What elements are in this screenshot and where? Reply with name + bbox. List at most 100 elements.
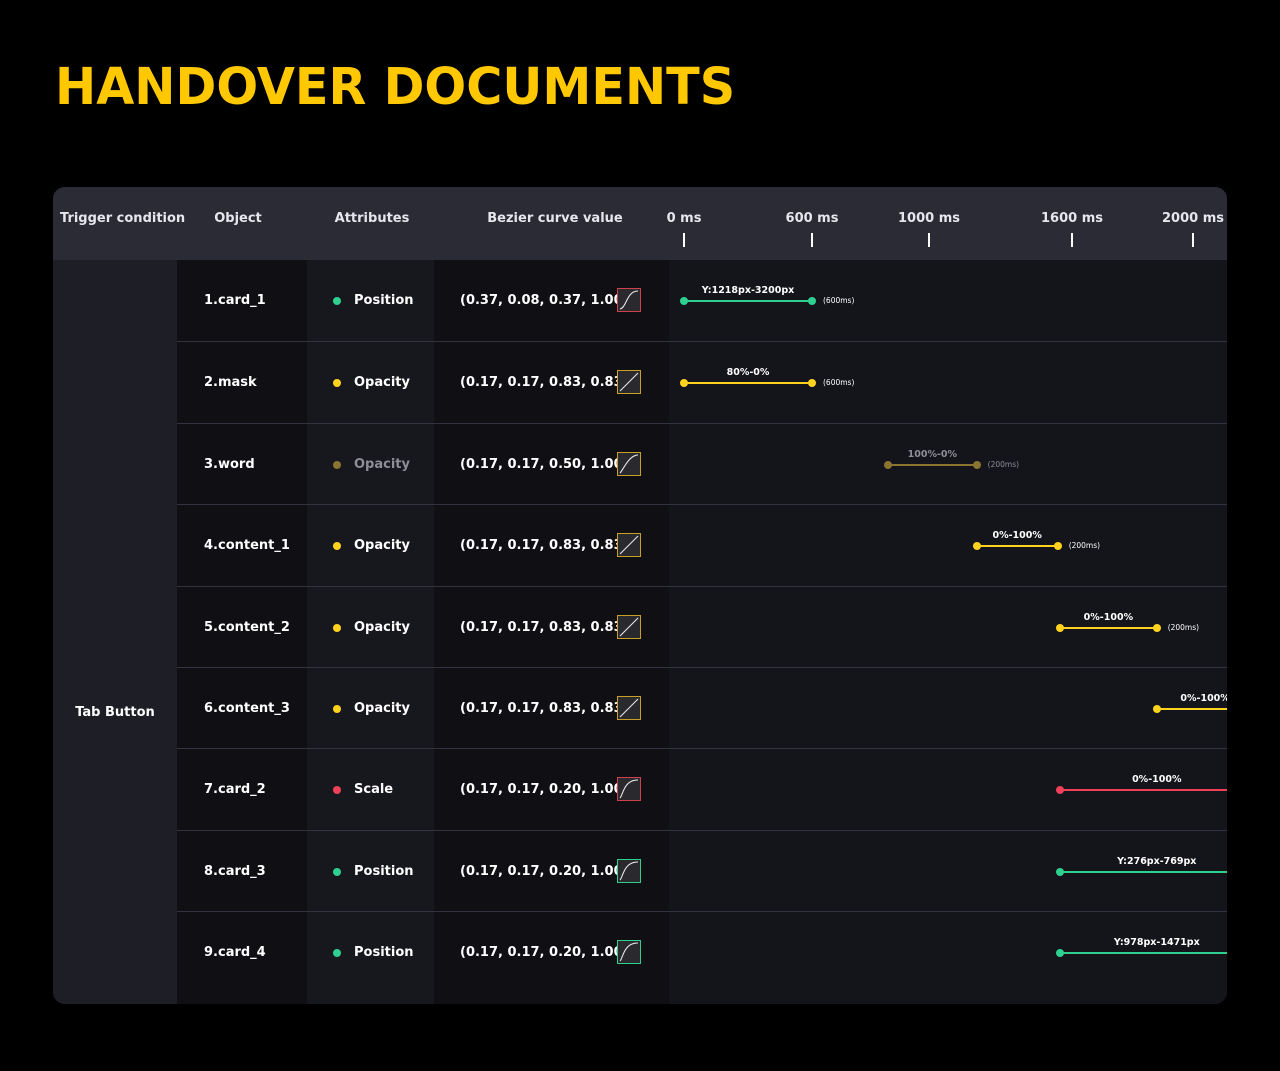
timeline-bar-end-dot xyxy=(808,297,816,305)
bezier-value: (0.17, 0.17, 0.20, 1.00) xyxy=(460,864,629,879)
attribute-dot-icon xyxy=(333,868,341,876)
attribute-label: Position xyxy=(354,864,414,879)
attribute-dot-icon xyxy=(333,297,341,305)
table-row: 8.card_3 Position (0.17, 0.17, 0.20, 1.00)… xyxy=(177,831,1227,912)
attribute-label: Opacity xyxy=(354,701,410,716)
timeline-bar-start-dot xyxy=(1056,868,1065,876)
timeline-duration-label: (200ms) xyxy=(1068,541,1101,550)
object-name: 7.card_2 xyxy=(204,782,266,797)
timeline-bar-start-dot xyxy=(1056,624,1065,632)
timeline-bar xyxy=(1056,949,1227,957)
attribute-label: Scale xyxy=(354,782,394,797)
object-name: 4.content_1 xyxy=(204,538,290,553)
timeline-duration-label: (600ms) xyxy=(823,296,855,305)
timeline-range-label: 0%-100% xyxy=(1180,693,1227,704)
trigger-column: Tab Button xyxy=(53,260,177,1004)
timeline-bar-end-dot xyxy=(1152,624,1161,632)
timeline-tick-mark xyxy=(683,233,685,247)
header-object: Object xyxy=(214,211,262,226)
table-row: 7.card_2 Scale (0.17, 0.17, 0.20, 1.00) 0%-… xyxy=(177,749,1227,831)
timeline-range-label: 0%-100% xyxy=(1083,612,1134,623)
timeline-tick-label: 2000 ms xyxy=(1162,211,1224,226)
table-row: 6.content_3 Opacity (0.17, 0.17, 0.83, 0.8… xyxy=(177,668,1227,749)
timeline-bar-start-dot xyxy=(1056,949,1065,957)
timeline-tick-mark xyxy=(1071,233,1073,247)
bezier-value: (0.17, 0.17, 0.20, 1.00) xyxy=(460,945,629,960)
table-row: 1.card_1 Position (0.37, 0.08, 0.37, 1.00)… xyxy=(177,260,1227,342)
bezier-value: (0.17, 0.17, 0.83, 0.83) xyxy=(460,538,629,553)
bezier-value: (0.17, 0.17, 0.83, 0.83) xyxy=(460,375,629,390)
table-row: 9.card_4 Position (0.17, 0.17, 0.20, 1.00)… xyxy=(177,912,1227,1004)
timeline-tick-mark xyxy=(811,233,813,247)
timeline-tick-label: 1000 ms xyxy=(898,211,960,226)
bezier-curve-icon xyxy=(617,777,641,801)
table-row: 2.mask Opacity (0.17, 0.17, 0.83, 0.83) 80%… xyxy=(177,342,1227,424)
object-name: 3.word xyxy=(204,457,255,472)
attribute-dot-icon xyxy=(333,379,341,387)
attribute-label: Opacity xyxy=(354,620,410,635)
timeline-range-label: Y:276px-769px xyxy=(1117,856,1197,867)
timeline-tick-mark xyxy=(928,233,930,247)
timeline-bar-start-dot xyxy=(680,379,688,387)
bezier-value: (0.17, 0.17, 0.50, 1.00) xyxy=(460,457,629,472)
trigger-label: Tab Button xyxy=(75,705,155,720)
timeline-range-label: 0%-100% xyxy=(1132,774,1182,785)
timeline-bar xyxy=(680,297,816,305)
attribute-dot-icon xyxy=(333,461,341,469)
attribute-dot-icon xyxy=(333,624,341,632)
timeline-bar xyxy=(1056,786,1227,794)
timeline-tick-label: 0 ms xyxy=(666,211,702,226)
header-attributes: Attributes xyxy=(334,211,410,226)
bezier-value: (0.37, 0.08, 0.37, 1.00) xyxy=(460,293,629,308)
bezier-value: (0.17, 0.17, 0.83, 0.83) xyxy=(460,701,629,716)
handover-table: Trigger condition Object Attributes Bezi… xyxy=(53,187,1227,1004)
bezier-curve-icon xyxy=(617,452,641,476)
timeline-duration-label: (200ms) xyxy=(1167,623,1200,632)
timeline-tick-label: 1600 ms xyxy=(1041,211,1103,226)
timeline-bar-end-dot xyxy=(1053,542,1062,550)
timeline-range-label: 100%-0% xyxy=(907,449,958,460)
bezier-value: (0.17, 0.17, 0.83, 0.83) xyxy=(460,620,629,635)
table-header: Trigger condition Object Attributes Bezi… xyxy=(53,187,1227,260)
timeline-bar-start-dot xyxy=(680,297,688,305)
table-row: 3.word Opacity (0.17, 0.17, 0.50, 1.00) 100… xyxy=(177,424,1227,505)
timeline-bar xyxy=(884,461,981,469)
object-name: 8.card_3 xyxy=(204,864,266,879)
timeline-bar-start-dot xyxy=(1056,786,1065,794)
timeline-bar-start-dot xyxy=(1152,705,1161,713)
attribute-dot-icon xyxy=(333,786,341,794)
timeline-bar xyxy=(1152,705,1227,713)
bezier-value: (0.17, 0.17, 0.20, 1.00) xyxy=(460,782,629,797)
bezier-curve-icon xyxy=(617,370,641,394)
timeline-range-label: 80%-0% xyxy=(726,367,770,378)
attribute-label: Position xyxy=(354,293,414,308)
attribute-label: Opacity xyxy=(354,538,410,553)
timeline-range-label: Y:1218px-3200px xyxy=(701,285,795,296)
header-bezier-curve-value: Bezier curve value xyxy=(487,211,623,226)
page-title: HANDOVER DOCUMENTS xyxy=(55,58,736,117)
timeline-tick-label: 600 ms xyxy=(785,211,839,226)
bezier-curve-icon xyxy=(617,288,641,312)
attribute-label: Opacity xyxy=(354,457,410,472)
timeline-duration-label: (600ms) xyxy=(823,378,855,387)
header-trigger-condition: Trigger condition xyxy=(60,211,186,226)
bezier-curve-icon xyxy=(617,533,641,557)
timeline-duration-label: (200ms) xyxy=(987,460,1020,469)
timeline-bar xyxy=(680,379,816,387)
attribute-dot-icon xyxy=(333,949,341,957)
timeline-bar xyxy=(1056,624,1161,632)
timeline-range-label: Y:978px-1471px xyxy=(1113,937,1200,948)
bezier-curve-icon xyxy=(617,859,641,883)
attribute-dot-icon xyxy=(333,705,341,713)
object-name: 9.card_4 xyxy=(204,945,266,960)
attribute-dot-icon xyxy=(333,542,341,550)
timeline-range-label: 0%-100% xyxy=(992,530,1042,541)
attribute-label: Position xyxy=(354,945,414,960)
bezier-curve-icon xyxy=(617,615,641,639)
object-name: 6.content_3 xyxy=(204,701,290,716)
attribute-label: Opacity xyxy=(354,375,410,390)
timeline-bar-start-dot xyxy=(972,542,981,550)
object-name: 1.card_1 xyxy=(204,293,266,308)
timeline-bar-end-dot xyxy=(972,461,981,469)
timeline-bar-end-dot xyxy=(808,379,816,387)
